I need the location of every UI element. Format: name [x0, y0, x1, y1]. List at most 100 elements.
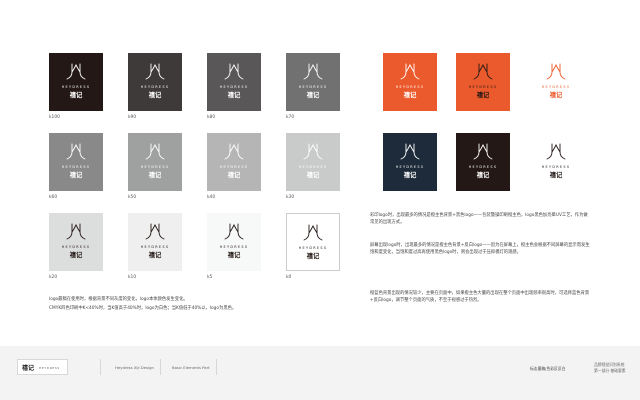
brand-name-en: HEYDRESS: [61, 245, 91, 249]
heydress-mark-icon: [143, 223, 167, 240]
swatch-label: k5: [207, 275, 213, 280]
page-footer: 禧记 HEYDRESS Heydress Xiji Design Basic E…: [0, 346, 640, 400]
brand-name-cn: 禧记: [227, 252, 241, 259]
brand-name-cn: 禧记: [148, 92, 162, 99]
heydress-mark-icon: [64, 63, 88, 80]
brand-name-cn: 禧记: [306, 172, 320, 179]
brand-name-en: HEYDRESS: [298, 165, 328, 169]
logo-swatch: HEYDRESS 禧记: [529, 53, 583, 111]
swatch-label: k30: [286, 195, 295, 200]
brand-name-en: HEYDRESS: [140, 245, 170, 249]
heydress-mark-icon: [471, 63, 495, 80]
footer-page-label: 标志墨稿|色彩反反白: [530, 366, 566, 371]
brand-name-cn: 禧记: [227, 92, 241, 99]
brand-name-cn: 禧记: [549, 92, 563, 99]
swatch-label: k10: [128, 275, 137, 280]
left-note-2: CMYK四色印刷中K<40%时，当K值高于40%时，logo为白色；当K值低于4…: [49, 306, 237, 311]
logo-swatch: HEYDRESS 禧记: [456, 133, 510, 191]
footer-project-name: Heydress Xiji Design: [115, 365, 154, 370]
left-note-1: logo最稿在使用时，根据背景不同灰度的变化，logo本体颜色发生变化。: [49, 297, 188, 302]
logo-swatch: HEYDRESS 禧记: [529, 133, 583, 191]
logo-swatch: HEYDRESS 禧记: [286, 133, 340, 191]
brand-name-cn: 禧记: [476, 172, 490, 179]
logo-swatch: HEYDRESS 禧记: [383, 53, 437, 111]
brand-name-en: HEYDRESS: [298, 85, 328, 89]
logo-swatch: HEYDRESS 禧记: [207, 133, 261, 191]
swatch-label: k40: [207, 195, 216, 200]
brand-name-en: HEYDRESS: [395, 85, 425, 89]
logo-swatch: HEYDRESS 禧记: [207, 213, 261, 271]
heydress-mark-icon: [471, 143, 495, 160]
heydress-mark-icon: [64, 223, 88, 240]
brand-name-en: HEYDRESS: [61, 85, 91, 89]
footer-section-name: Basic Elements Part: [172, 365, 210, 370]
footer-logo: 禧记 HEYDRESS: [17, 359, 68, 375]
logo-swatch: HEYDRESS 禧记: [286, 213, 340, 271]
footer-divider: [216, 359, 217, 375]
brand-name-cn: 禧记: [148, 252, 162, 259]
heydress-mark-icon: [398, 63, 422, 80]
brand-name-cn: 禧记: [476, 92, 490, 99]
heydress-mark-icon: [222, 143, 246, 160]
footer-note-2: 第一部分 基础要素: [594, 368, 626, 373]
brand-name-cn: 禧记: [69, 172, 83, 179]
brand-name-cn: 禧记: [69, 252, 83, 259]
logo-swatch: HEYDRESS 禧记: [456, 53, 510, 111]
brand-name-en: HEYDRESS: [395, 165, 425, 169]
brand-name-cn: 禧记: [403, 172, 417, 179]
heydress-mark-icon: [398, 143, 422, 160]
brand-name-en: HEYDRESS: [541, 165, 571, 169]
logo-swatch: HEYDRESS 禧记: [49, 133, 103, 191]
heydress-mark-icon: [544, 63, 568, 80]
heydress-mark-icon: [222, 63, 246, 80]
heydress-mark-icon: [143, 63, 167, 80]
brand-name-cn: 禧记: [69, 92, 83, 99]
logo-swatch: HEYDRESS 禧记: [49, 213, 103, 271]
logo-swatch: HEYDRESS 禧记: [286, 53, 340, 111]
logo-swatch: HEYDRESS 禧记: [128, 213, 182, 271]
swatch-label: k90: [128, 115, 137, 120]
brand-name-en: HEYDRESS: [468, 165, 498, 169]
logo-swatch: HEYDRESS 禧记: [207, 53, 261, 111]
brand-guideline-page: { "brand": { "name_en": "HEYDRESS", "nam…: [0, 0, 640, 400]
footer-logo-cn: 禧记: [22, 365, 35, 372]
swatch-label: k60: [49, 195, 58, 200]
brand-name-en: HEYDRESS: [219, 165, 249, 169]
brand-name-en: HEYDRESS: [61, 165, 91, 169]
logo-swatch: HEYDRESS 禧记: [128, 133, 182, 191]
footer-divider: [100, 359, 101, 375]
logo-swatch: HEYDRESS 禧记: [128, 53, 182, 111]
heydress-mark-icon: [143, 143, 167, 160]
brand-name-cn: 禧记: [403, 92, 417, 99]
swatch-label: k80: [207, 115, 216, 120]
brand-name-en: HEYDRESS: [140, 85, 170, 89]
brand-name-en: HEYDRESS: [541, 85, 571, 89]
heydress-mark-icon: [301, 224, 325, 241]
heydress-mark-icon: [222, 223, 246, 240]
brand-name-en: HEYDRESS: [468, 85, 498, 89]
right-paragraph-2: 屏幕出现logo时，出现最多的情况是橙主色背景+反白logo——因为在屏幕上，橙…: [370, 243, 590, 256]
footer-logo-en: HEYDRESS: [39, 365, 60, 370]
swatch-label: k20: [49, 275, 58, 280]
swatch-label: k50: [128, 195, 137, 200]
right-paragraph-3: 橙蓝色背景出现的情况较少，主要在页面中，如果橙主色大量的出现在整个页面中出现频率…: [370, 291, 590, 304]
footer-note-1: 品牌视觉识别系统: [594, 362, 625, 367]
logo-swatch: HEYDRESS 禧记: [383, 133, 437, 191]
brand-name-cn: 禧记: [306, 92, 320, 99]
swatch-label: k100: [49, 115, 60, 120]
right-paragraph-1: 彩印logo时，出现最多的情况是橙主色背景+黑色logo——包装暨操印刷橙主色，…: [370, 213, 588, 226]
footer-divider: [160, 359, 161, 375]
brand-name-en: HEYDRESS: [219, 245, 249, 249]
brand-name-cn: 禧记: [549, 172, 563, 179]
heydress-mark-icon: [64, 143, 88, 160]
brand-name-cn: 禧记: [306, 253, 320, 260]
brand-name-en: HEYDRESS: [140, 165, 170, 169]
brand-name-en: HEYDRESS: [298, 246, 328, 250]
heydress-mark-icon: [301, 63, 325, 80]
brand-name-en: HEYDRESS: [219, 85, 249, 89]
swatch-label: k70: [286, 115, 295, 120]
heydress-mark-icon: [301, 143, 325, 160]
brand-name-cn: 禧记: [148, 172, 162, 179]
heydress-mark-icon: [544, 143, 568, 160]
brand-name-cn: 禧记: [227, 172, 241, 179]
